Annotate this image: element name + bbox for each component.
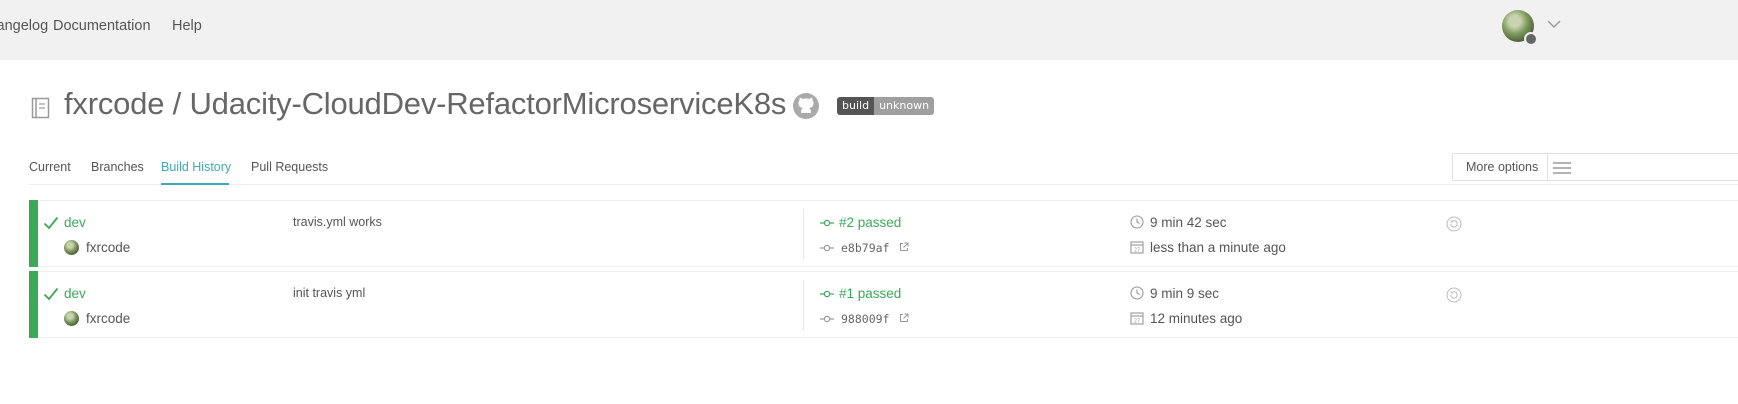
build-finished-time: less than a minute ago [1150, 240, 1286, 255]
tab-branches[interactable]: Branches [91, 160, 144, 174]
check-icon [43, 287, 59, 301]
more-options-label: More options [1466, 160, 1539, 174]
commit-message: init travis yml [293, 286, 366, 300]
top-bar: Changelog Documentation Help [0, 0, 1738, 60]
commit-icon [820, 290, 834, 298]
row-divider [803, 209, 804, 259]
tab-current[interactable]: Current [29, 160, 71, 174]
nav-link-changelog[interactable]: Changelog [0, 18, 48, 34]
clock-icon [1130, 286, 1144, 300]
build-duration: 9 min 42 sec [1150, 215, 1227, 230]
tab-pull-requests[interactable]: Pull Requests [251, 160, 328, 174]
status-stripe [29, 200, 38, 267]
user-menu-avatar[interactable] [1502, 10, 1538, 46]
external-link-icon[interactable] [899, 313, 909, 323]
commit-message: travis.yml works [293, 215, 382, 229]
github-badge-icon [1524, 32, 1538, 46]
clock-icon [1130, 215, 1144, 229]
calendar-icon: 27 [1130, 241, 1144, 254]
badge-value: unknown [874, 97, 935, 115]
commit-author: fxrcode [86, 240, 131, 255]
commit-sha-link[interactable]: e8b79af [841, 241, 889, 255]
check-icon [43, 216, 59, 230]
nav-link-documentation[interactable]: Documentation [53, 18, 151, 34]
repo-title: fxrcode / Udacity-CloudDev-RefactorMicro… [64, 86, 787, 121]
branch-name[interactable]: dev [64, 286, 86, 301]
build-row[interactable]: dev fxrcode init travis yml #1 passed 98… [29, 271, 1738, 338]
tabs-divider [29, 184, 1738, 185]
svg-text:27: 27 [1134, 248, 1140, 254]
avatar [64, 311, 79, 326]
hamburger-icon[interactable] [1553, 161, 1571, 175]
nav-link-help[interactable]: Help [172, 18, 202, 34]
restart-icon[interactable] [1446, 287, 1462, 303]
repo-icon [31, 97, 50, 119]
status-stripe [29, 271, 38, 338]
row-divider [803, 280, 804, 330]
build-status-link[interactable]: #2 passed [839, 215, 901, 230]
tab-build-history[interactable]: Build History [161, 160, 231, 174]
commit-icon [820, 244, 834, 252]
commit-sha-link[interactable]: 988009f [841, 312, 889, 326]
github-icon[interactable] [792, 92, 820, 120]
chevron-down-icon[interactable] [1547, 19, 1561, 29]
badge-label: build [837, 97, 875, 115]
restart-icon[interactable] [1446, 216, 1462, 232]
commit-icon [820, 315, 834, 323]
active-tab-indicator [161, 183, 229, 185]
commit-author: fxrcode [86, 311, 131, 326]
more-options-divider [1547, 154, 1548, 180]
build-row[interactable]: dev fxrcode travis.yml works #2 passed e… [29, 200, 1738, 267]
build-finished-time: 12 minutes ago [1150, 311, 1243, 326]
branch-name[interactable]: dev [64, 215, 86, 230]
more-options-menu[interactable]: More options [1452, 153, 1738, 181]
calendar-icon: 27 [1130, 312, 1144, 325]
build-duration: 9 min 9 sec [1150, 286, 1220, 301]
external-link-icon[interactable] [899, 242, 909, 252]
svg-text:27: 27 [1134, 319, 1140, 325]
build-status-badge[interactable]: build unknown [837, 97, 935, 115]
build-status-link[interactable]: #1 passed [839, 286, 901, 301]
avatar [64, 240, 79, 255]
commit-icon [820, 219, 834, 227]
